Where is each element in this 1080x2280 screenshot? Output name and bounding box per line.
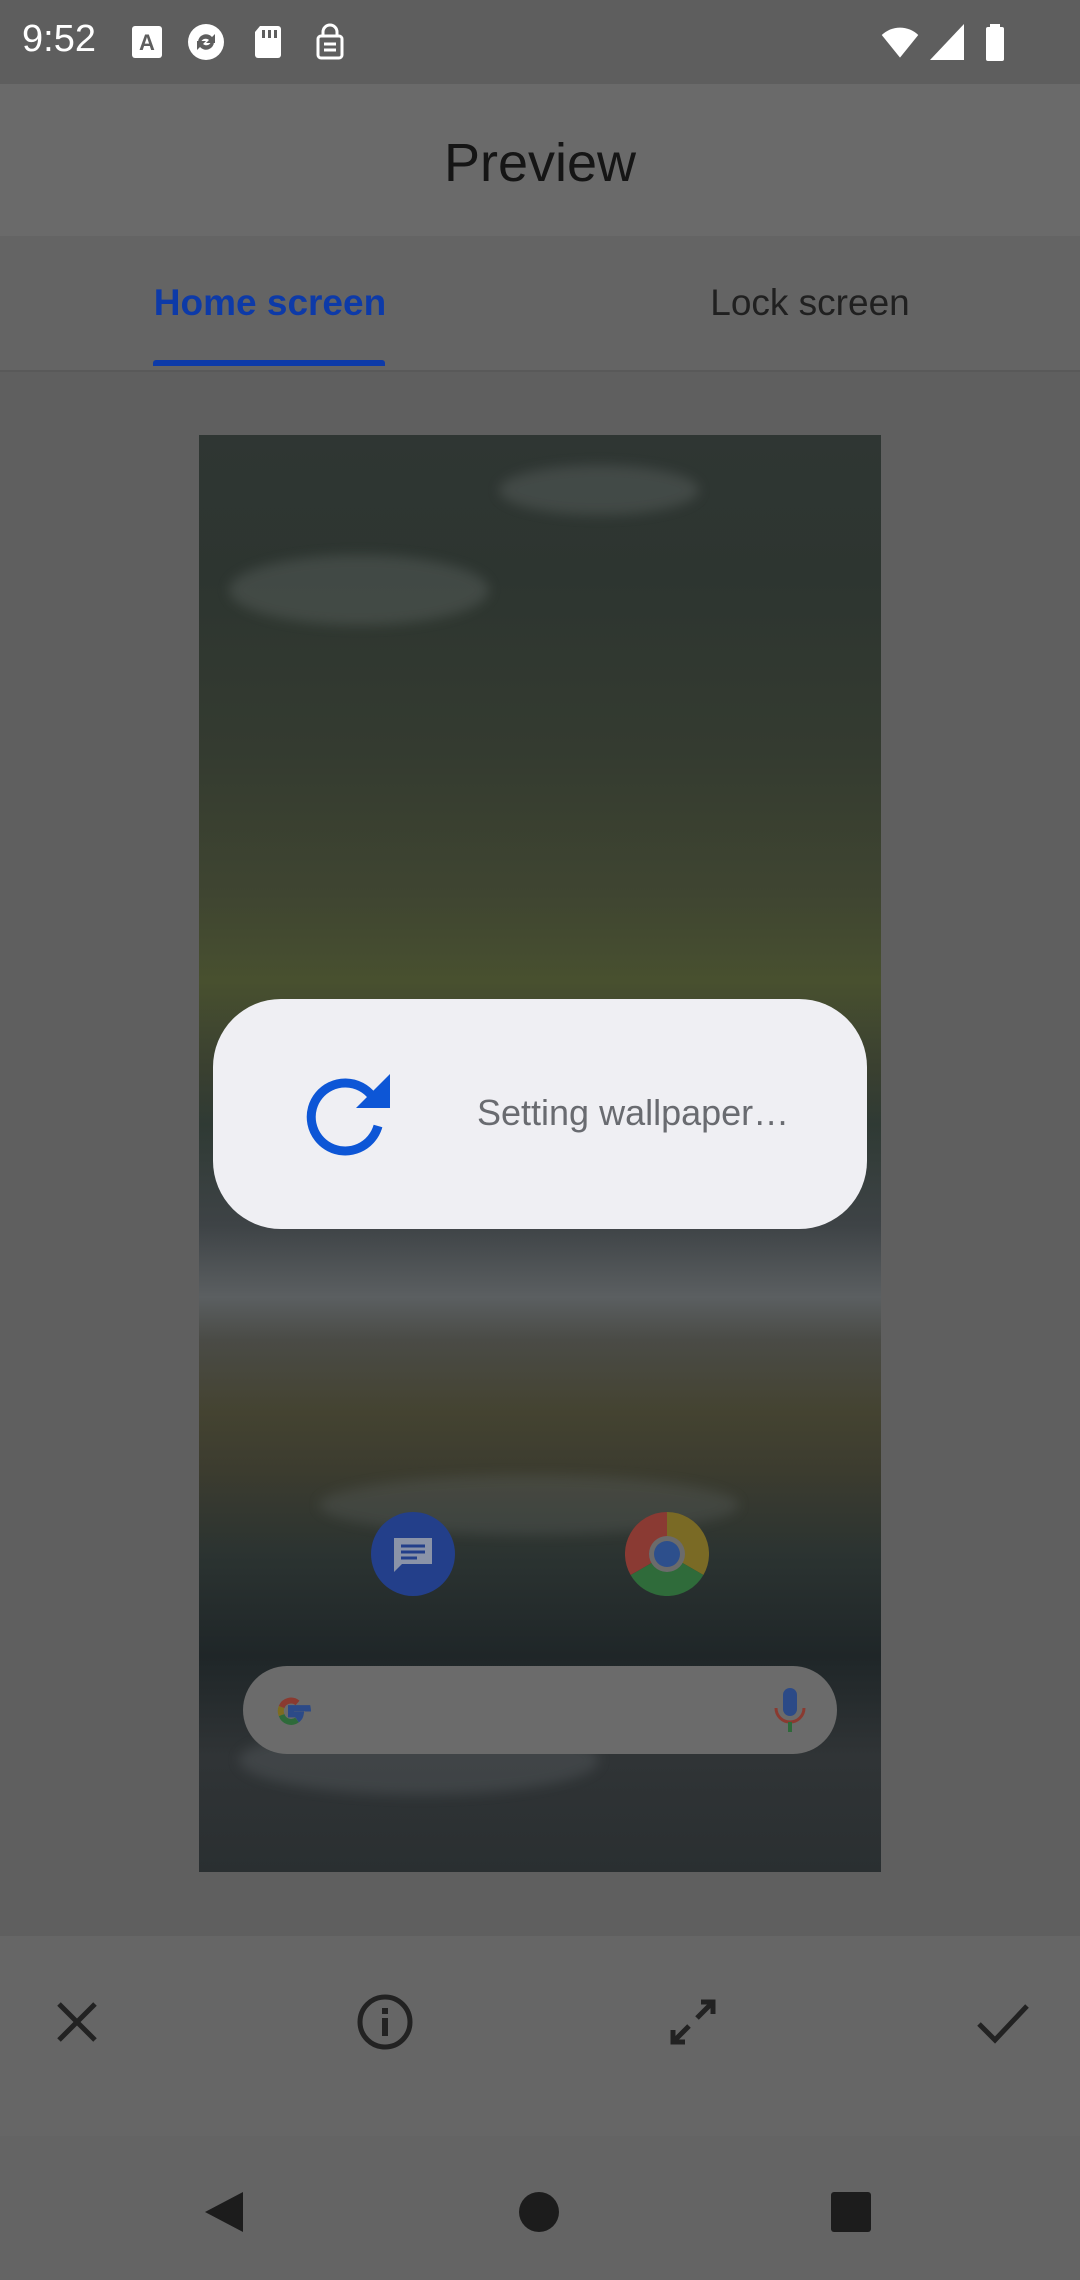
check-icon	[977, 2004, 1029, 2044]
svg-text:A: A	[139, 30, 155, 55]
expand-icon	[670, 1999, 716, 2045]
vpn-icon	[310, 22, 350, 62]
action-bar	[0, 1936, 1080, 2136]
tab-home-screen[interactable]: Home screen	[0, 236, 540, 370]
recents-icon[interactable]	[829, 2190, 873, 2234]
chrome-icon[interactable]	[624, 1512, 710, 1597]
tab-indicator	[153, 360, 385, 366]
page-title: Preview	[443, 133, 637, 193]
status-clock: 9:52	[22, 18, 96, 60]
battery-icon	[976, 22, 1016, 62]
tab-bar: Home screen Lock screen	[0, 236, 1080, 372]
app-bar: Preview	[0, 84, 1080, 236]
messages-icon[interactable]	[371, 1512, 455, 1596]
dialog-message: Setting wallpaper…	[477, 1092, 790, 1133]
info-button[interactable]	[353, 1990, 417, 2054]
close-icon	[57, 2002, 97, 2042]
expand-button[interactable]	[661, 1990, 725, 2054]
keyboard-a-icon: A	[128, 22, 168, 62]
cell-signal-icon	[928, 22, 968, 62]
home-icon[interactable]	[517, 2190, 561, 2234]
apply-button[interactable]	[971, 1990, 1035, 2054]
google-g-icon	[268, 1688, 314, 1734]
sd-card-icon	[248, 22, 288, 62]
mic-icon[interactable]	[770, 1686, 810, 1736]
close-button[interactable]	[45, 1990, 109, 2054]
tab-lock-screen[interactable]: Lock screen	[540, 236, 1080, 370]
sync-icon	[186, 22, 226, 62]
info-icon	[357, 1994, 413, 2050]
wifi-icon	[880, 22, 926, 62]
refresh-icon	[298, 1066, 394, 1162]
search-bar-preview[interactable]	[243, 1666, 837, 1754]
back-icon[interactable]	[203, 2190, 247, 2234]
